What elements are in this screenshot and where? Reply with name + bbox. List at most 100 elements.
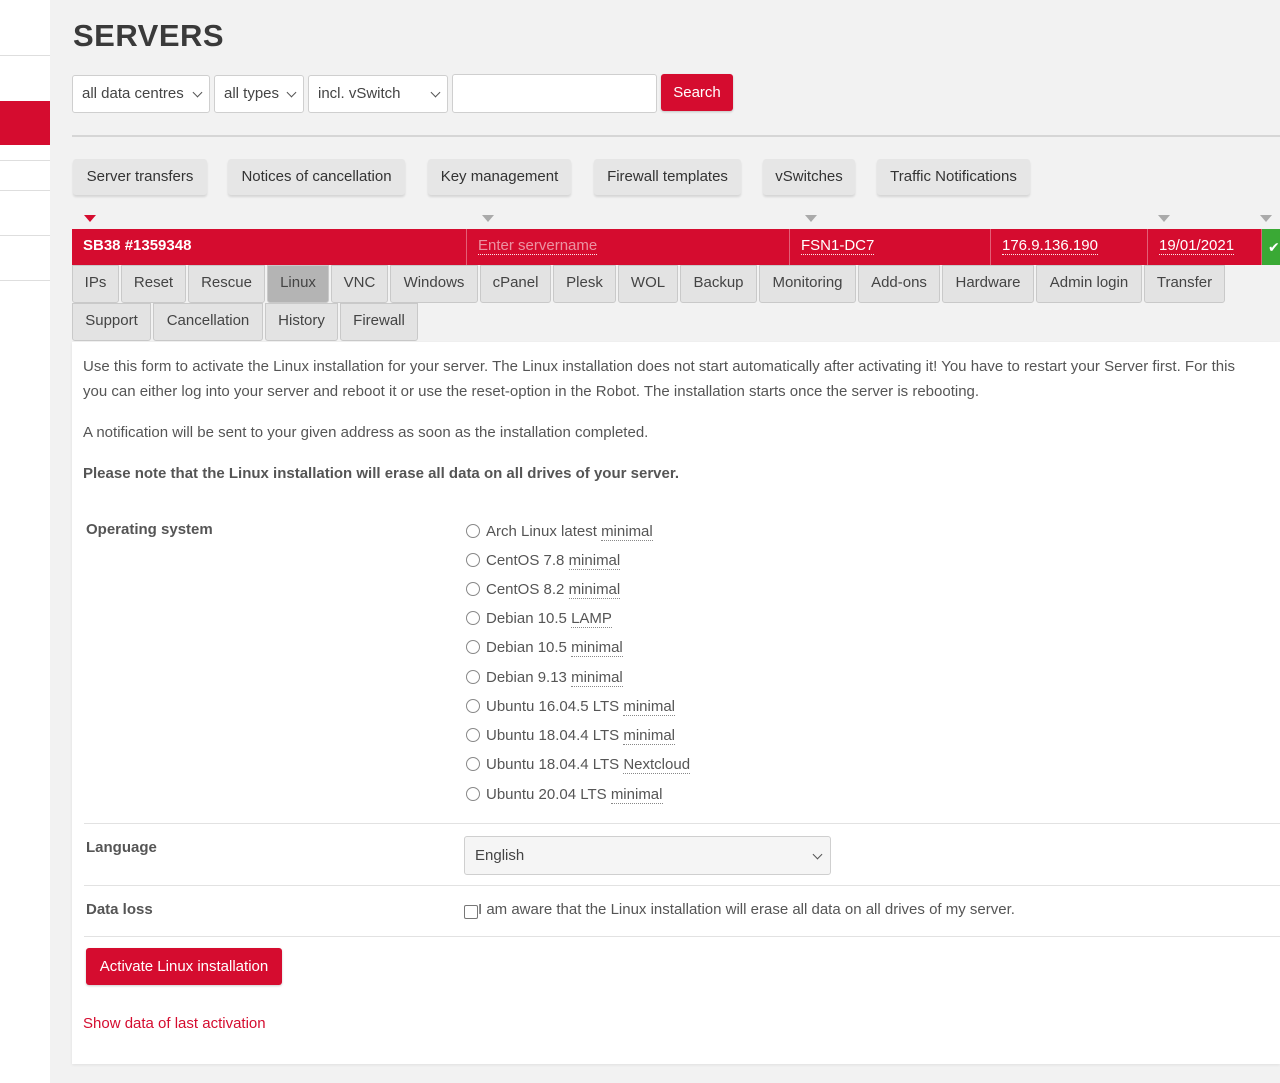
tab-wol[interactable]: WOL [618, 265, 678, 303]
dataloss-text: I am aware that the Linux installation w… [478, 901, 1015, 918]
tab-reset[interactable]: Reset [121, 265, 186, 303]
tab-support[interactable]: Support [72, 303, 151, 341]
radio-button[interactable] [466, 757, 480, 771]
os-option[interactable]: Ubuntu 16.04.5 LTS minimal [466, 698, 676, 720]
language-select-value: English [475, 847, 525, 864]
tab-backup[interactable]: Backup [680, 265, 757, 303]
language-label: Language [86, 839, 157, 856]
sort-triangle-icon[interactable] [805, 215, 817, 222]
os-variant-link[interactable]: minimal [571, 639, 623, 657]
os-variant-link[interactable]: minimal [571, 669, 623, 687]
servername-input[interactable]: Enter servername [467, 229, 790, 265]
sidebar-divider [0, 55, 50, 56]
vswitches-button[interactable]: vSwitches [763, 159, 855, 195]
radio-button[interactable] [466, 640, 480, 654]
os-variant-link[interactable]: minimal [568, 552, 621, 570]
os-option[interactable]: Debian 9.13 minimal [466, 669, 623, 691]
os-name: Ubuntu 18.04.4 LTS [486, 756, 620, 773]
type-select[interactable]: all types [214, 75, 304, 113]
radio-button[interactable] [466, 699, 480, 713]
sort-triangle-icon[interactable] [482, 215, 494, 222]
os-option[interactable]: Ubuntu 18.04.4 LTS Nextcloud [466, 756, 691, 778]
server-row[interactable]: SB38 #1359348 Enter servername FSN1-DC7 … [72, 229, 1280, 265]
os-variant-link[interactable]: minimal [623, 727, 676, 745]
servername-placeholder: Enter servername [478, 237, 598, 255]
server-datacentre-text: FSN1-DC7 [801, 237, 875, 255]
tab-rescue[interactable]: Rescue [188, 265, 265, 303]
os-name: Debian 10.5 [486, 639, 567, 656]
os-variant-link[interactable]: minimal [601, 523, 653, 541]
os-option[interactable]: CentOS 7.8 minimal [466, 552, 621, 574]
row-divider [84, 885, 1280, 886]
intro-text-line-1: Use this form to activate the Linux inst… [83, 358, 1235, 375]
tab-history[interactable]: History [265, 303, 338, 341]
radio-button[interactable] [466, 670, 480, 684]
datacentre-select[interactable]: all data centres [72, 75, 210, 113]
notices-of-cancellation-button[interactable]: Notices of cancellation [228, 159, 405, 195]
os-option[interactable]: Arch Linux latest minimal [466, 523, 653, 545]
os-name: CentOS 8.2 [486, 581, 565, 598]
os-option[interactable]: Ubuntu 20.04 LTS minimal [466, 786, 663, 808]
os-option[interactable]: Debian 10.5 LAMP [466, 610, 612, 632]
os-name: Ubuntu 18.04.4 LTS [486, 727, 620, 744]
tab-add-ons[interactable]: Add-ons [858, 265, 940, 303]
traffic-notifications-button[interactable]: Traffic Notifications [877, 159, 1030, 195]
tab-hardware[interactable]: Hardware [942, 265, 1034, 303]
os-variant-link[interactable]: minimal [610, 786, 663, 804]
radio-button[interactable] [466, 582, 480, 596]
row-divider [84, 823, 1280, 824]
radio-button[interactable] [466, 787, 480, 801]
tab-monitoring[interactable]: Monitoring [759, 265, 856, 303]
check-icon: ✔ [1262, 229, 1280, 265]
radio-button[interactable] [466, 553, 480, 567]
server-date-text: 19/01/2021 [1159, 237, 1235, 255]
sidebar-divider [0, 235, 50, 236]
notification-text: A notification will be sent to your give… [83, 424, 649, 441]
os-option[interactable]: Debian 10.5 minimal [466, 639, 623, 661]
radio-button[interactable] [466, 728, 480, 742]
tab-vnc[interactable]: VNC [331, 265, 388, 303]
type-select-value: all types [224, 85, 280, 102]
server-transfers-button[interactable]: Server transfers [73, 159, 207, 195]
tab-ips[interactable]: IPs [72, 265, 119, 303]
intro-text-line-2: you can either log into your server and … [83, 383, 980, 400]
sort-triangle-icon[interactable] [1158, 215, 1170, 222]
tab-transfer[interactable]: Transfer [1144, 265, 1225, 303]
sort-triangle-icon[interactable] [1260, 215, 1272, 222]
os-name: Debian 9.13 [486, 669, 567, 686]
sort-triangle-icon[interactable] [84, 215, 96, 222]
server-name[interactable]: SB38 #1359348 [72, 229, 467, 265]
os-label: Operating system [86, 521, 213, 538]
os-variant-link[interactable]: minimal [568, 581, 621, 599]
os-variant-link[interactable]: LAMP [571, 610, 612, 628]
tab-plesk[interactable]: Plesk [553, 265, 616, 303]
tab-firewall[interactable]: Firewall [340, 303, 418, 341]
datacentre-select-value: all data centres [82, 85, 184, 102]
search-button[interactable]: Search [661, 74, 733, 111]
key-management-button[interactable]: Key management [428, 159, 571, 195]
os-variant-link[interactable]: minimal [623, 698, 676, 716]
tab-cancellation[interactable]: Cancellation [153, 303, 263, 341]
activate-linux-button[interactable]: Activate Linux installation [86, 948, 282, 985]
os-name: Debian 10.5 [486, 610, 567, 627]
os-option[interactable]: Ubuntu 18.04.4 LTS minimal [466, 727, 676, 749]
show-last-activation-link[interactable]: Show data of last activation [83, 1015, 266, 1032]
firewall-templates-button[interactable]: Firewall templates [594, 159, 741, 195]
tab-admin-login[interactable]: Admin login [1036, 265, 1142, 303]
chevron-down-icon [192, 87, 203, 98]
sidebar-item-servers[interactable] [0, 101, 50, 145]
radio-button[interactable] [466, 524, 480, 538]
vswitch-select[interactable]: incl. vSwitch [308, 75, 448, 113]
os-option[interactable]: CentOS 8.2 minimal [466, 581, 621, 603]
server-datacentre: FSN1-DC7 [790, 229, 991, 265]
search-input[interactable] [452, 74, 657, 113]
dataloss-checkbox[interactable] [464, 905, 478, 919]
os-variant-link[interactable]: Nextcloud [623, 756, 691, 774]
radio-button[interactable] [466, 611, 480, 625]
warning-text: Please note that the Linux installation … [83, 465, 680, 482]
tab-cpanel[interactable]: cPanel [480, 265, 551, 303]
tab-linux[interactable]: Linux [267, 265, 329, 303]
tab-windows[interactable]: Windows [390, 265, 478, 303]
language-select[interactable]: English [464, 836, 831, 875]
dataloss-label: Data loss [86, 901, 153, 918]
